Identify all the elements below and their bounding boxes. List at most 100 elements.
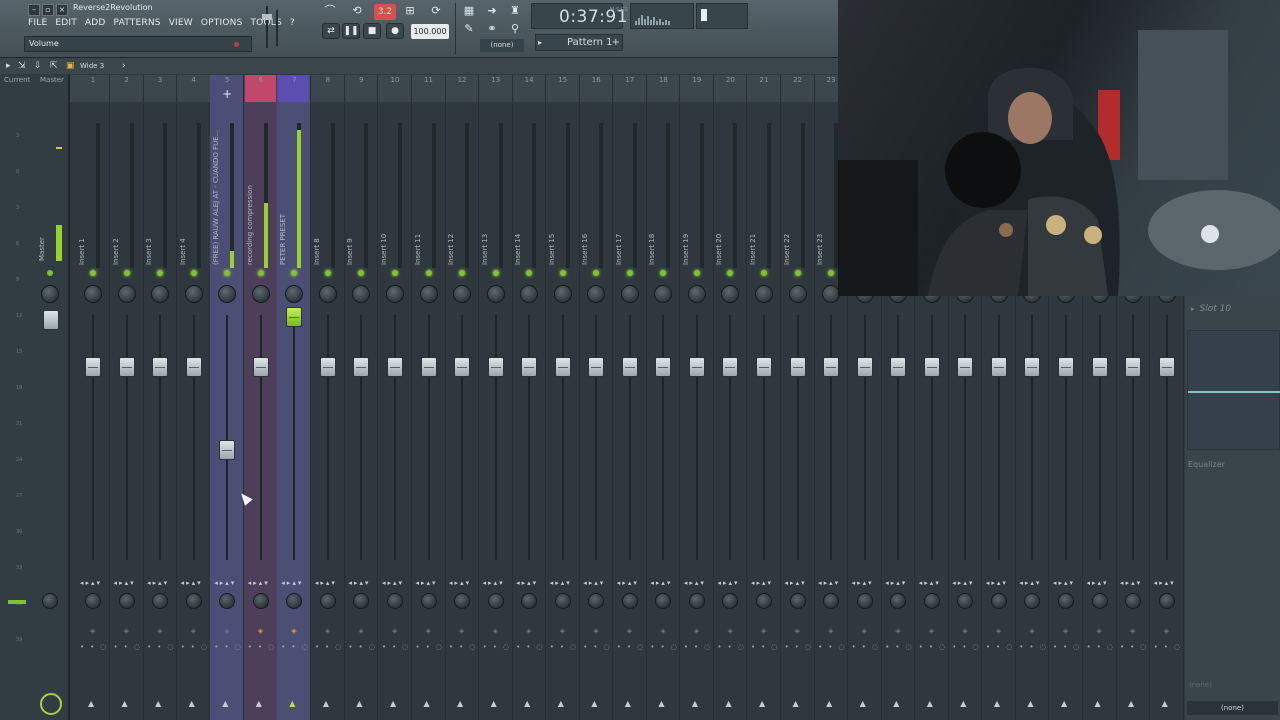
- insert-flags[interactable]: ••◌: [181, 643, 213, 651]
- swap-lr-icon[interactable]: ◂▸▴▾: [114, 579, 136, 587]
- insert-flags[interactable]: ••◌: [684, 643, 716, 651]
- close-button[interactable]: ×: [56, 4, 68, 16]
- insert-stereo-knob[interactable]: [219, 593, 236, 609]
- insert-volume-fader[interactable]: [152, 357, 169, 377]
- layout-next-icon[interactable]: ›: [122, 58, 126, 74]
- insert-pan-knob[interactable]: [486, 285, 505, 303]
- insert-route-icon[interactable]: ◈: [90, 627, 95, 635]
- insert-volume-fader[interactable]: [252, 357, 269, 377]
- swap-lr-icon[interactable]: ◂▸▴▾: [80, 579, 102, 587]
- insert-strip-2[interactable]: 2 Insert 2 ◂▸▴▾ ◈ ••◌ ▲: [110, 75, 144, 720]
- insert-send-icon[interactable]: ▲: [390, 699, 396, 708]
- swap-lr-icon[interactable]: ◂▸▴▾: [986, 579, 1008, 587]
- insert-pan-knob[interactable]: [218, 285, 237, 303]
- pattern-selector[interactable]: ▸ Pattern 1 +: [535, 34, 623, 51]
- insert-flags[interactable]: ••◌: [1087, 643, 1119, 651]
- insert-send-icon[interactable]: ▲: [155, 699, 161, 708]
- insert-volume-fader[interactable]: [823, 357, 840, 377]
- insert-volume-fader[interactable]: [185, 357, 202, 377]
- insert-volume-fader[interactable]: [957, 357, 974, 377]
- insert-pan-knob[interactable]: [453, 285, 472, 303]
- insert-strip-21[interactable]: 21 Insert 21 ◂▸▴▾ ◈ ••◌ ▲: [747, 75, 781, 720]
- insert-route-icon[interactable]: ◈: [1029, 627, 1034, 635]
- insert-volume-fader[interactable]: [655, 357, 672, 377]
- insert-enable-led[interactable]: [794, 270, 801, 276]
- insert-route-icon[interactable]: ◈: [526, 627, 531, 635]
- insert-stereo-knob[interactable]: [85, 593, 101, 609]
- arrow-icon[interactable]: ➜: [482, 3, 502, 19]
- insert-stereo-knob[interactable]: [454, 593, 471, 609]
- insert-strip-7[interactable]: 7 PETER PRESET ◂▸▴▾ ◈ ••◌ ▲: [277, 75, 312, 720]
- insert-send-icon[interactable]: ▲: [1027, 699, 1033, 708]
- insert-pan-knob[interactable]: [352, 285, 371, 303]
- insert-enable-led[interactable]: [593, 270, 600, 276]
- menu-patterns[interactable]: PATTERNS: [114, 18, 161, 28]
- insert-send-icon[interactable]: ▲: [658, 699, 664, 708]
- insert-send-icon[interactable]: ▲: [893, 699, 899, 708]
- insert-volume-fader[interactable]: [756, 357, 772, 377]
- master-fader[interactable]: [43, 310, 59, 330]
- insert-strip-14[interactable]: 14 Insert 14 ◂▸▴▾ ◈ ••◌ ▲: [512, 75, 547, 720]
- insert-volume-fader[interactable]: [420, 357, 437, 377]
- insert-volume-fader[interactable]: [319, 357, 336, 377]
- insert-strip-1[interactable]: 1 Insert 1 ◂▸▴▾ ◈ ••◌ ▲: [76, 75, 110, 720]
- insert-pan-knob[interactable]: [587, 285, 606, 303]
- insert-strip-18[interactable]: 18 Insert 18 ◂▸▴▾ ◈ ••◌ ▲: [646, 75, 681, 720]
- insert-enable-led[interactable]: [291, 270, 298, 276]
- insert-send-icon[interactable]: ▲: [860, 699, 866, 708]
- wait-record-icon[interactable]: ⟲: [347, 3, 367, 19]
- input-route[interactable]: (none): [1189, 681, 1212, 689]
- swap-lr-icon[interactable]: ◂▸▴▾: [919, 579, 941, 587]
- insert-pan-knob[interactable]: [788, 285, 807, 303]
- loop-record-icon[interactable]: ⟳: [426, 3, 446, 19]
- insert-flags[interactable]: ••◌: [1120, 643, 1152, 651]
- insert-strip-22[interactable]: 22 Insert 22 ◂▸▴▾ ◈ ••◌ ▲: [781, 75, 815, 720]
- insert-stereo-knob[interactable]: [286, 593, 303, 609]
- swap-lr-icon[interactable]: ◂▸▴▾: [751, 579, 773, 587]
- insert-flags[interactable]: ••◌: [248, 643, 280, 651]
- insert-send-icon[interactable]: ▲: [323, 699, 329, 708]
- swap-lr-icon[interactable]: ◂▸▴▾: [550, 579, 572, 587]
- insert-pan-knob[interactable]: [520, 285, 539, 303]
- insert-stereo-knob[interactable]: [856, 593, 873, 609]
- insert-stereo-knob[interactable]: [621, 593, 638, 609]
- pause-button[interactable]: ❚❚: [342, 23, 360, 39]
- insert-route-icon[interactable]: ◈: [459, 627, 464, 635]
- insert-send-icon[interactable]: ▲: [793, 699, 799, 708]
- insert-enable-led[interactable]: [459, 270, 466, 276]
- swap-lr-icon[interactable]: ◂▸▴▾: [717, 579, 739, 587]
- swap-lr-icon[interactable]: ◂▸▴▾: [1154, 579, 1176, 587]
- insert-pan-knob[interactable]: [385, 285, 404, 303]
- insert-pan-knob[interactable]: [151, 285, 170, 303]
- insert-route-icon[interactable]: ◈: [1164, 627, 1169, 635]
- insert-stereo-knob[interactable]: [118, 593, 135, 609]
- insert-route-icon[interactable]: ◈: [258, 627, 263, 635]
- insert-flags[interactable]: ••◌: [550, 643, 582, 651]
- cursor-icon[interactable]: ⇱: [50, 58, 58, 74]
- swap-lr-icon[interactable]: ◂▸▴▾: [315, 579, 337, 587]
- insert-flags[interactable]: ••◌: [449, 643, 481, 651]
- pattern-add-icon[interactable]: +: [612, 35, 620, 51]
- insert-flags[interactable]: ••◌: [1053, 643, 1085, 651]
- insert-stereo-knob[interactable]: [923, 593, 940, 609]
- insert-route-icon[interactable]: ◈: [895, 627, 900, 635]
- insert-flags[interactable]: ••◌: [114, 643, 146, 651]
- insert-route-icon[interactable]: ◈: [1063, 627, 1068, 635]
- insert-send-icon[interactable]: ▲: [457, 699, 463, 708]
- insert-pan-knob[interactable]: [84, 285, 102, 303]
- master-volume-slider[interactable]: [262, 6, 272, 48]
- swap-lr-icon[interactable]: ◂▸▴▾: [147, 579, 169, 587]
- record-button[interactable]: ●: [386, 23, 404, 39]
- insert-route-icon[interactable]: ◈: [962, 627, 967, 635]
- menu-file[interactable]: FILE: [28, 18, 47, 28]
- insert-volume-fader[interactable]: [588, 357, 605, 377]
- insert-stereo-knob[interactable]: [789, 593, 806, 609]
- insert-flags[interactable]: ••◌: [617, 643, 649, 651]
- insert-volume-fader[interactable]: [1125, 357, 1142, 377]
- add-insert-icon[interactable]: +: [210, 87, 244, 101]
- insert-stereo-knob[interactable]: [1024, 593, 1041, 609]
- insert-send-icon[interactable]: ▲: [1128, 699, 1134, 708]
- swap-lr-icon[interactable]: ◂▸▴▾: [650, 579, 672, 587]
- insert-stereo-knob[interactable]: [554, 593, 571, 609]
- insert-enable-led[interactable]: [526, 270, 533, 276]
